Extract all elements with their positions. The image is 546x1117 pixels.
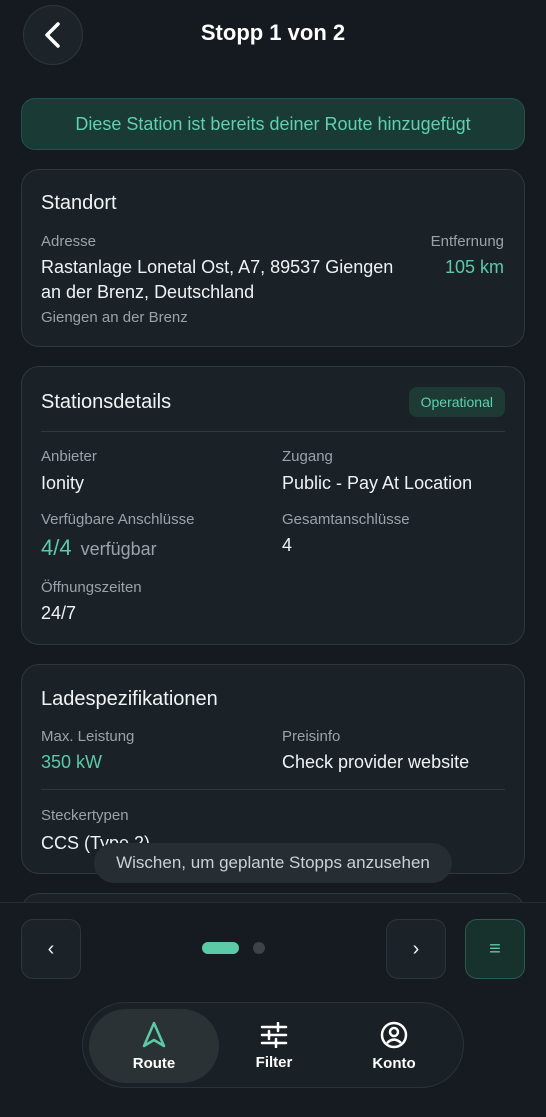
max-power-value: 350 kW — [41, 752, 103, 772]
price-info-value: Check provider website — [282, 752, 470, 772]
total-connectors-value: 4 — [282, 535, 293, 555]
stops-list-button[interactable]: ≡ — [465, 919, 525, 979]
opening-hours-label: Öffnungszeiten — [41, 579, 142, 596]
user-circle-icon — [380, 1021, 408, 1048]
page-indicator-active[interactable] — [202, 942, 239, 954]
header: Stopp 1 von 2 — [0, 0, 546, 72]
tab-account[interactable]: Konto — [329, 1009, 459, 1083]
tab-account-label: Konto — [372, 1054, 416, 1072]
page-title: Stopp 1 von 2 — [200, 20, 346, 45]
access-label: Zugang — [282, 448, 333, 465]
sliders-icon — [260, 1021, 288, 1048]
address-line-2: an der Brenz, Deutschland — [41, 282, 255, 302]
status-badge: Operational — [408, 387, 505, 417]
bottom-bar: ‹ › ≡ Route Filter Konto — [0, 902, 546, 1117]
chevron-right-icon: › — [412, 937, 420, 960]
tab-filter[interactable]: Filter — [209, 1009, 339, 1083]
address-label: Adresse — [41, 233, 97, 250]
chevron-left-icon: ‹ — [47, 937, 55, 960]
route-added-banner: Diese Station ist bereits deiner Route h… — [21, 98, 525, 150]
next-stop-button[interactable]: › — [386, 919, 446, 979]
charging-specs-title: Ladespezifikationen — [41, 688, 218, 710]
tab-route[interactable]: Route — [89, 1009, 219, 1083]
location-title: Standort — [41, 192, 117, 214]
list-icon: ≡ — [489, 937, 501, 960]
address-line-1: Rastanlage Lonetal Ost, A7, 89537 Gienge… — [41, 257, 394, 277]
divider — [41, 789, 505, 790]
distance-label: Entfernung — [430, 233, 504, 250]
city-label: Giengen an der Brenz — [41, 309, 188, 326]
available-connectors-value: 4/4 verfügbar — [41, 535, 157, 561]
tab-bar: Route Filter Konto — [82, 1002, 464, 1088]
available-count: 4/4 — [41, 535, 72, 560]
available-suffix: verfügbar — [80, 539, 157, 559]
access-value: Public - Pay At Location — [282, 473, 473, 493]
provider-label: Anbieter — [41, 448, 97, 465]
opening-hours-value: 24/7 — [41, 603, 77, 623]
navigation-arrow-icon — [142, 1021, 166, 1047]
tab-route-label: Route — [132, 1054, 176, 1072]
available-connectors-label: Verfügbare Anschlüsse — [41, 511, 195, 528]
distance-value: 105 km — [444, 257, 504, 277]
station-details-card: Stationsdetails Operational Anbieter Ion… — [21, 366, 525, 645]
tab-filter-label: Filter — [255, 1053, 293, 1071]
page-indicator[interactable] — [253, 942, 265, 954]
total-connectors-label: Gesamtanschlüsse — [282, 511, 410, 528]
location-card: Standort Adresse Rastanlage Lonetal Ost,… — [21, 169, 525, 347]
max-power-label: Max. Leistung — [41, 728, 135, 745]
plug-types-label: Steckertypen — [41, 807, 129, 824]
provider-value: Ionity — [41, 473, 85, 493]
station-details-title: Stationsdetails — [41, 391, 172, 413]
price-info-label: Preisinfo — [282, 728, 341, 745]
previous-stop-button[interactable]: ‹ — [21, 919, 81, 979]
swipe-hint-toast: Wischen, um geplante Stopps anzusehen — [94, 843, 452, 883]
divider — [41, 431, 505, 432]
